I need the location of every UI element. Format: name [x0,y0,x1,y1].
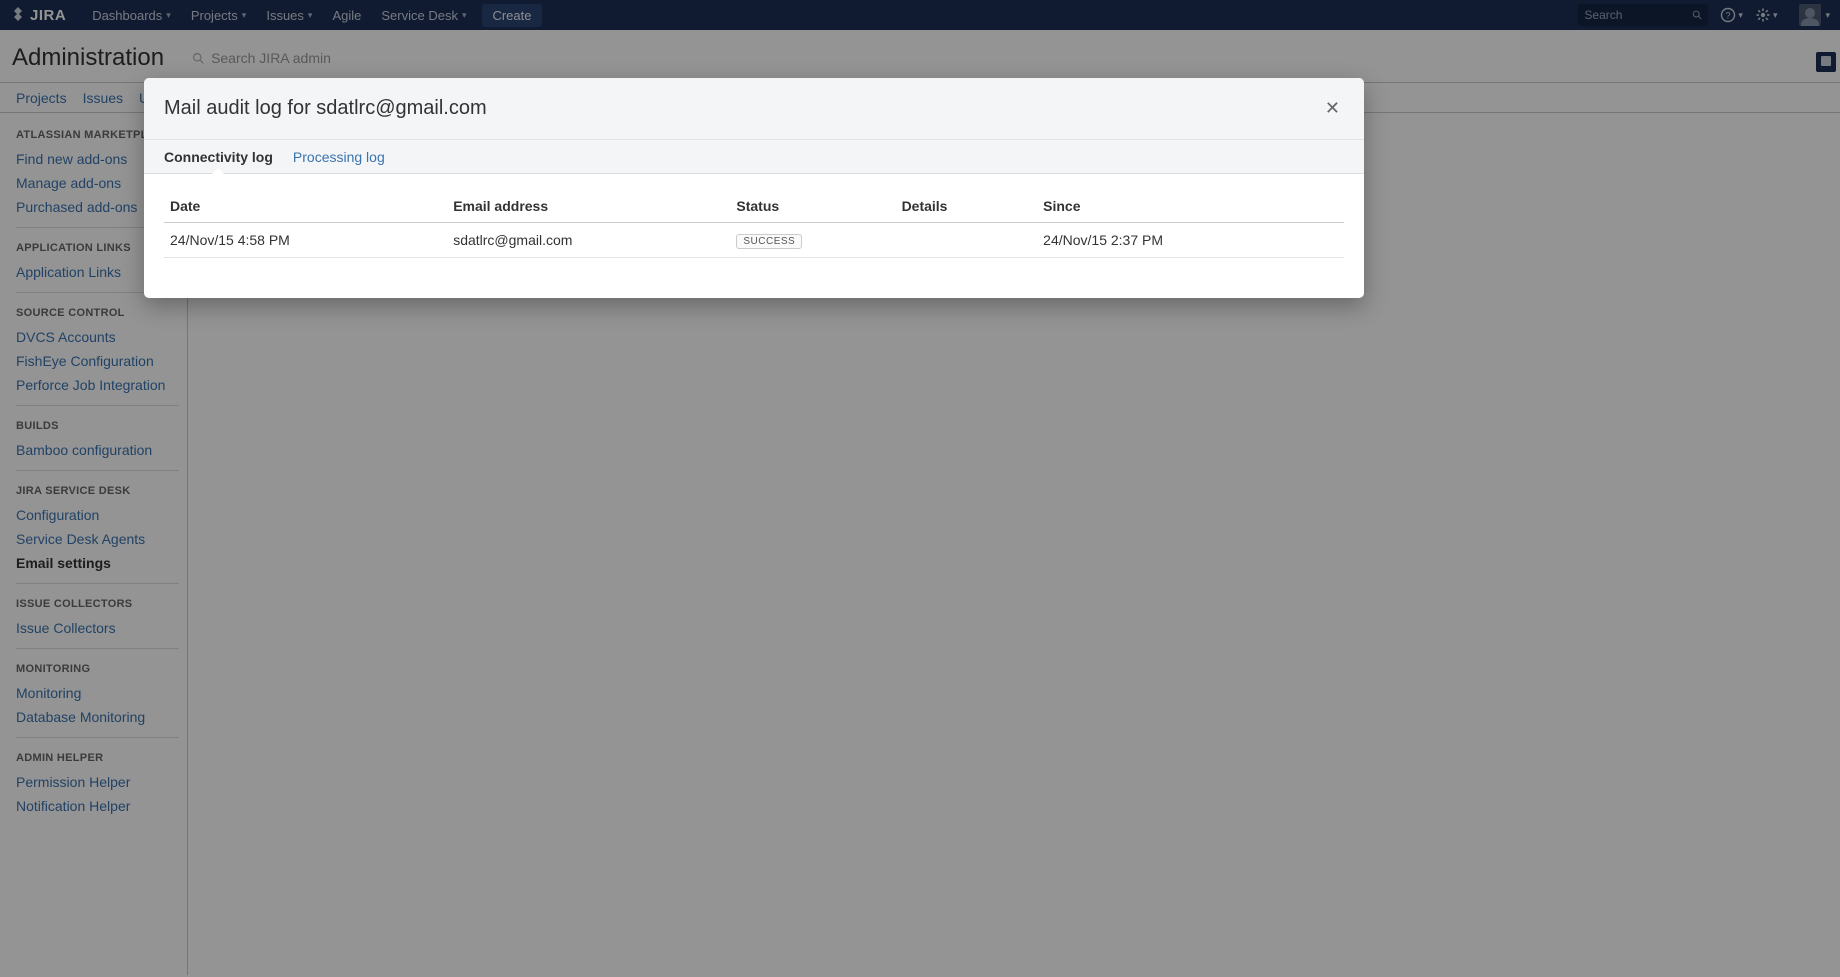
mail-audit-modal: Mail audit log for sdatlrc@gmail.com ✕ C… [144,78,1364,298]
audit-log-table: Date Email address Status Details Since … [164,190,1344,258]
col-details: Details [896,190,1038,223]
cell-status: SUCCESS [730,223,895,258]
cell-email: sdatlrc@gmail.com [447,223,730,258]
cell-date: 24/Nov/15 4:58 PM [164,223,447,258]
col-email: Email address [447,190,730,223]
tab-connectivity-log[interactable]: Connectivity log [164,141,273,173]
modal-close-button[interactable]: ✕ [1321,94,1344,123]
tab-processing-log[interactable]: Processing log [293,141,385,173]
col-since: Since [1037,190,1344,223]
col-date: Date [164,190,447,223]
modal-header: Mail audit log for sdatlrc@gmail.com ✕ [144,78,1364,140]
close-icon: ✕ [1325,98,1340,118]
cell-since: 24/Nov/15 2:37 PM [1037,223,1344,258]
modal-title: Mail audit log for sdatlrc@gmail.com [164,97,487,120]
modal-body: Date Email address Status Details Since … [144,174,1364,298]
modal-tabs: Connectivity log Processing log [144,140,1364,174]
col-status: Status [730,190,895,223]
status-badge: SUCCESS [736,234,802,249]
table-row: 24/Nov/15 4:58 PMsdatlrc@gmail.com SUCCES… [164,223,1344,258]
cell-details [896,223,1038,258]
